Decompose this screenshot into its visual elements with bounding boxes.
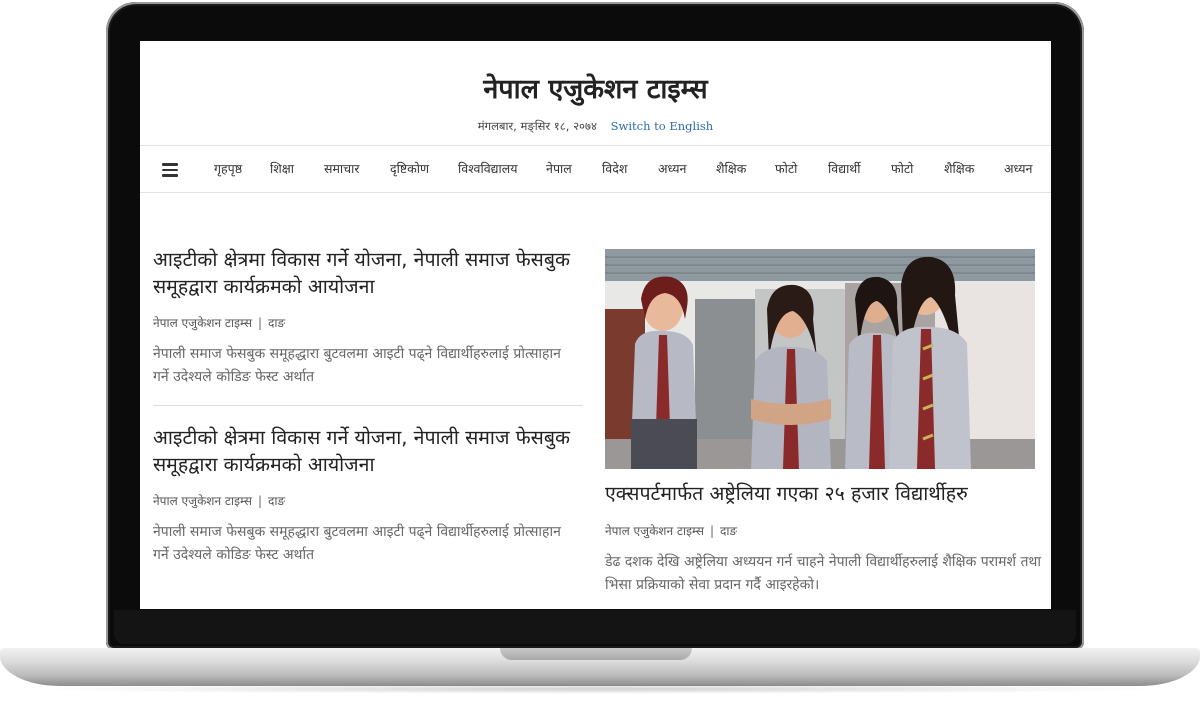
nav-item-study-2[interactable]: अध्यन [1004, 160, 1040, 177]
article-summary: नेपाली समाज फेसबुक समूहद्धारा बुटवलमा आइ… [153, 524, 561, 563]
article-summary: नेपाली समाज फेसबुक समूहद्धारा बुटवलमा आइ… [153, 346, 561, 385]
nav-item-student[interactable]: विद्यार्थी [828, 160, 891, 177]
nav-item-news[interactable]: समाचार [324, 160, 390, 177]
nav-item-study[interactable]: अध्यन [658, 160, 716, 177]
article-category[interactable]: दाङ [268, 316, 285, 330]
students-photo [605, 249, 1035, 469]
site-title[interactable]: नेपाल एजुकेशन टाइम्स [140, 69, 1051, 106]
featured-image[interactable] [605, 249, 1035, 469]
nav-item-university[interactable]: विश्वविद्यालय [458, 160, 546, 177]
nav-item-nepal[interactable]: नेपाल [546, 160, 602, 177]
featured-title[interactable]: एक्सपर्टमार्फत अष्ट्रेलिया गएका २५ हजार … [605, 480, 1045, 507]
dateline: मंगलबार, मङ्सिर १८, २०७४ Switch to Engli… [140, 119, 1051, 134]
nav-item-education[interactable]: शिक्षा [270, 160, 324, 177]
article-meta: नेपाल एजुकेशन टाइम्स | दाङ [153, 494, 286, 508]
article-title[interactable]: आइटीको क्षेत्रमा विकास गर्ने योजना, नेपा… [153, 424, 573, 478]
switch-language-link[interactable]: Switch to English [611, 119, 714, 133]
nav-item-photo[interactable]: फोटो [775, 160, 828, 177]
article-source[interactable]: नेपाल एजुकेशन टाइम्स [153, 494, 252, 508]
main-navigation: गृहपृष्ठ शिक्षा समाचार दृष्टिकोण विश्ववि… [140, 146, 1051, 192]
featured-summary: डेढ दशक देखि अष्ट्रेलिया अध्ययन गर्न चाह… [605, 554, 1041, 593]
article-category[interactable]: दाङ [268, 494, 285, 508]
nav-item-academic-2[interactable]: शैक्षिक [944, 160, 1004, 177]
nav-item-abroad[interactable]: विदेश [602, 160, 658, 177]
featured-category[interactable]: दाङ [720, 524, 737, 538]
featured-source[interactable]: नेपाल एजुकेशन टाइम्स [605, 524, 704, 538]
laptop-shadow [30, 684, 1170, 694]
nav-items: गृहपृष्ठ शिक्षा समाचार दृष्टिकोण विश्ववि… [214, 160, 1040, 177]
hamburger-icon[interactable] [162, 163, 178, 177]
article-meta: नेपाल एजुकेशन टाइम्स | दाङ [153, 316, 286, 330]
nav-divider [140, 192, 1051, 193]
laptop-screen: नेपाल एजुकेशन टाइम्स मंगलबार, मङ्सिर १८,… [140, 41, 1051, 609]
nav-item-academic[interactable]: शैक्षिक [716, 160, 775, 177]
nav-item-opinion[interactable]: दृष्टिकोण [390, 160, 458, 177]
article-source[interactable]: नेपाल एजुकेशन टाइम्स [153, 316, 252, 330]
article-divider [153, 405, 583, 406]
current-date: मंगलबार, मङ्सिर १८, २०७४ [477, 119, 597, 133]
nav-item-home[interactable]: गृहपृष्ठ [214, 160, 270, 177]
laptop-hinge-notch [500, 648, 692, 660]
article-title[interactable]: आइटीको क्षेत्रमा विकास गर्ने योजना, नेपा… [153, 246, 573, 300]
featured-meta: नेपाल एजुकेशन टाइम्स | दाङ [605, 524, 738, 538]
nav-item-photo-2[interactable]: फोटो [891, 160, 944, 177]
laptop-bottom-bezel [114, 610, 1076, 644]
